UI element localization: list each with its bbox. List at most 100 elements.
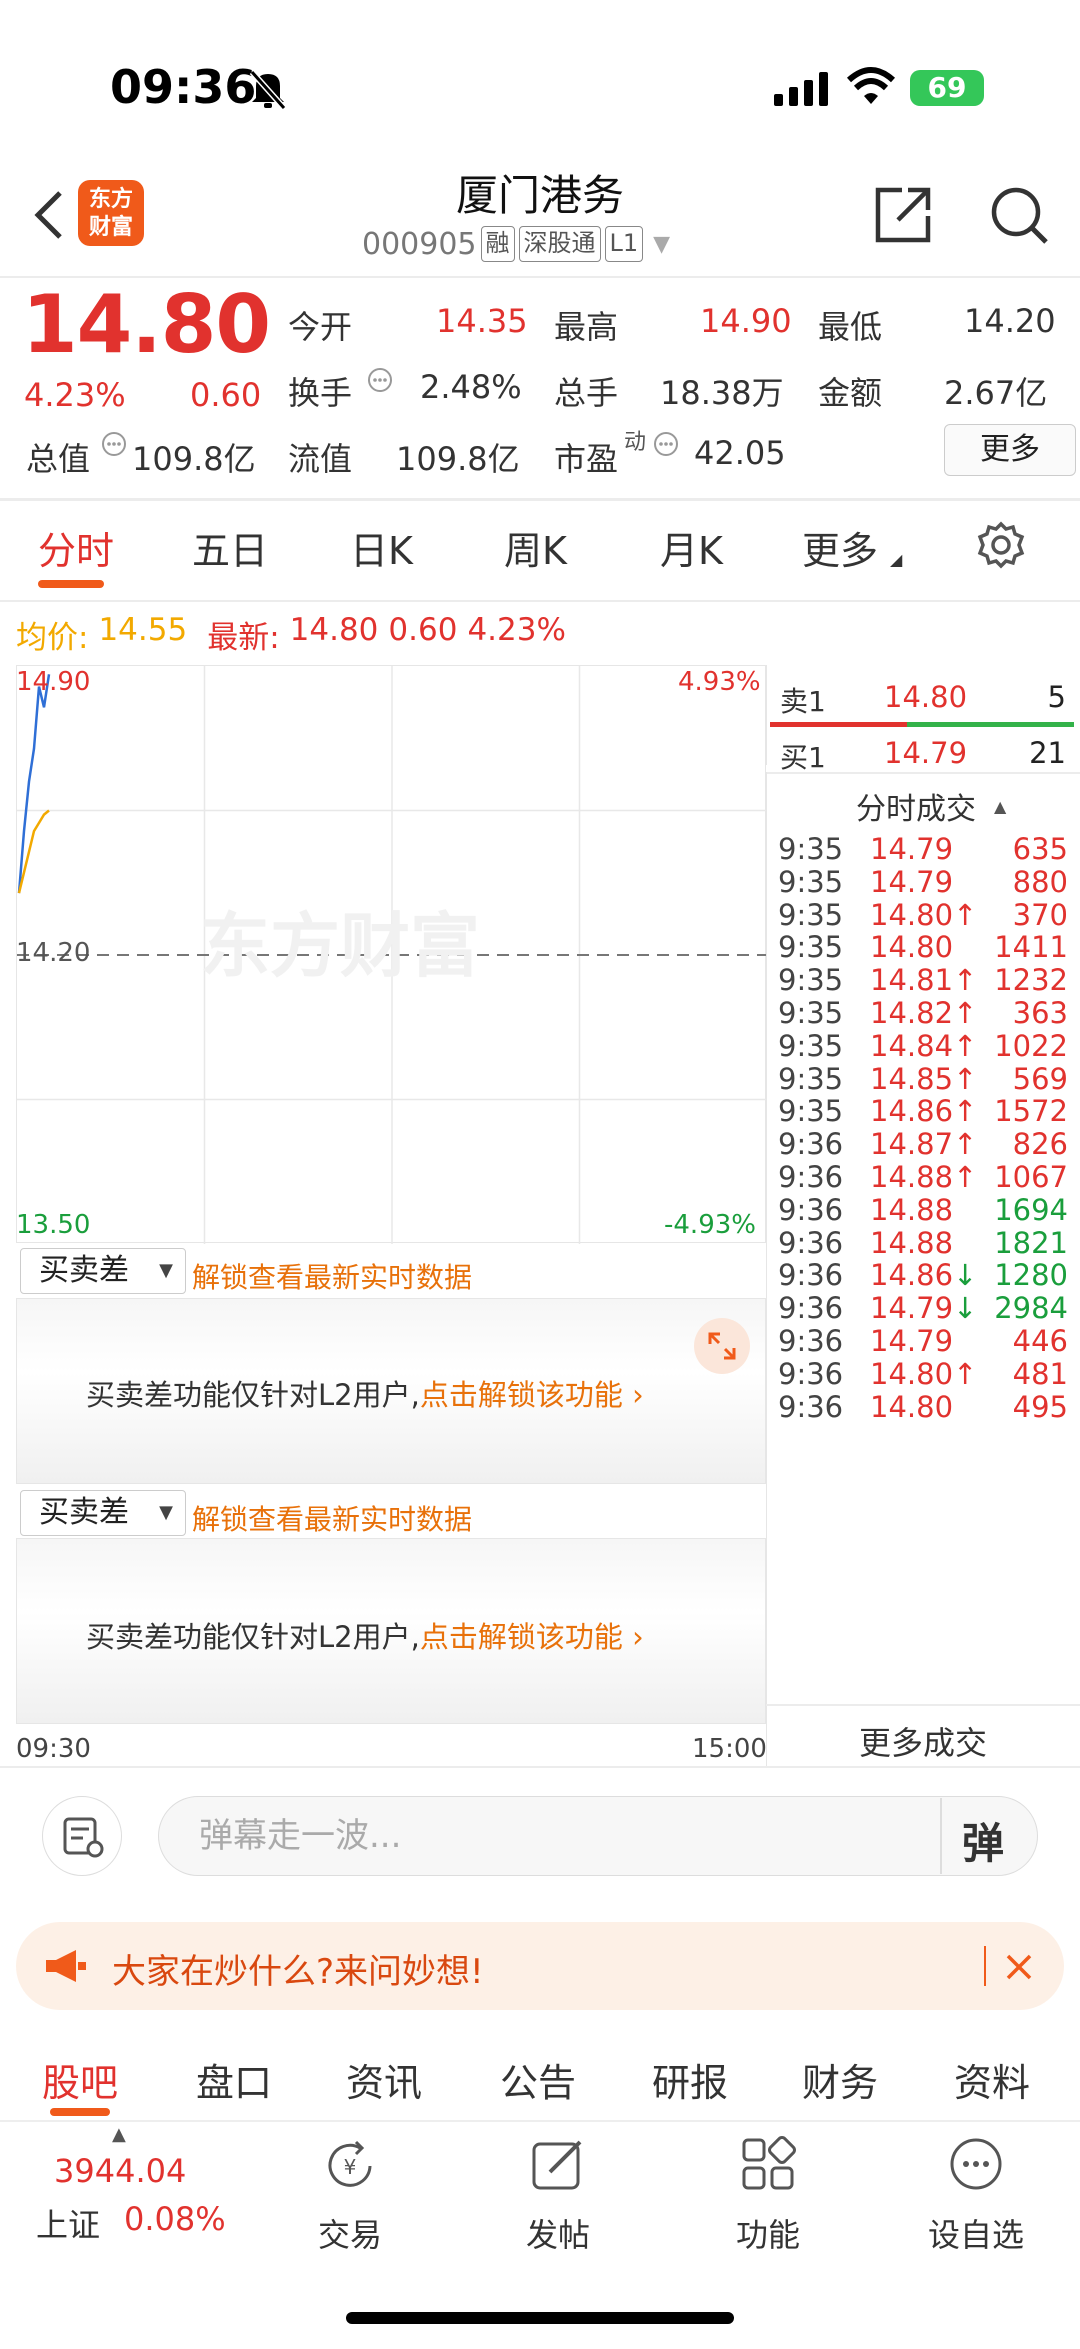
chevron-right-icon: › — [632, 1378, 644, 1412]
tab-announcements[interactable]: 公告 — [500, 2052, 576, 2107]
tab-more[interactable]: 更多 — [802, 520, 878, 575]
home-indicator — [346, 2312, 734, 2324]
arrow-down-icon: ↓ — [953, 1291, 978, 1326]
total-mv-value: 109.8亿 — [132, 440, 256, 478]
tab-five-day[interactable]: 五日 — [192, 520, 268, 575]
share-icon[interactable] — [872, 184, 934, 250]
open-value: 14.35 — [436, 302, 528, 340]
change-pct: 4.23% — [24, 376, 126, 414]
sell1-volume: 5 — [1047, 680, 1066, 714]
trades-bottom-divider — [766, 1704, 1080, 1706]
nav-functions[interactable]: 功能 — [698, 2210, 838, 2256]
arrow-up-icon: ↑ — [953, 897, 978, 932]
arrow-up-icon: ↑ — [953, 1356, 978, 1391]
unlock-tip[interactable]: 解锁查看最新实时数据 — [192, 1498, 472, 1538]
price-line — [17, 674, 51, 894]
trades-title[interactable]: 分时成交 ▲ — [856, 784, 1006, 828]
buy1-label: 买1 — [780, 741, 826, 774]
unlock-link[interactable]: 点击解锁该功能 › — [420, 1614, 644, 1656]
l2-message-text: 买卖差功能仅针对L2用户, — [86, 1620, 420, 1654]
info-icon[interactable] — [100, 430, 128, 462]
stock-code: 000905 — [362, 226, 477, 262]
avg-label: 均价: — [16, 620, 89, 656]
gear-icon[interactable] — [976, 520, 1026, 574]
danmu-toggle-button[interactable]: 弹 — [962, 1810, 1004, 1871]
trade-row: 9:36 14.80 495 — [778, 1390, 1068, 1438]
latest-label: 最新: — [207, 620, 280, 656]
open-label: 今开 — [288, 308, 353, 346]
volume-value: 18.38万 — [660, 374, 784, 412]
tab-market-depth[interactable]: 盘口 — [196, 2052, 272, 2107]
info-icon[interactable] — [366, 366, 394, 398]
tab-forum[interactable]: 股吧 — [42, 2052, 118, 2107]
buy1-price: 14.79 — [884, 736, 968, 770]
index-name[interactable]: 上证 — [36, 2200, 100, 2246]
amount-label: 金额 — [818, 374, 883, 412]
index-value[interactable]: 3944.04 — [54, 2152, 186, 2190]
summary-line: 均价: 14.55 最新: 14.80 0.60 4.23% — [16, 612, 566, 657]
stock-code-row[interactable]: 000905 融 深股通 L1 ▼ — [362, 226, 670, 262]
arrow-up-icon: ↑ — [953, 1094, 978, 1129]
trade-volume: 495 — [1012, 1389, 1068, 1424]
arrow-down-icon: ↓ — [953, 1258, 978, 1293]
trades-title-text: 分时成交 — [856, 792, 976, 827]
arrow-up-icon: ↑ — [953, 1061, 978, 1096]
ask-banner-text[interactable]: 大家在炒什么?来问妙想! — [112, 1944, 484, 1993]
comment-list-icon[interactable] — [42, 1796, 122, 1876]
unlock-link[interactable]: 点击解锁该功能 › — [420, 1372, 644, 1414]
tab-monthly-k[interactable]: 月K — [660, 520, 723, 575]
buy-sell-diff-select[interactable]: 买卖差 ▼ — [20, 1490, 186, 1536]
x-start-label: 09:30 — [16, 1734, 91, 1764]
order-book-ratio-bar — [770, 722, 1074, 727]
tag-level: L1 — [604, 226, 644, 262]
search-icon[interactable] — [988, 184, 1050, 250]
danmu-toggle-label: 弹 — [962, 1819, 1005, 1868]
expand-icon[interactable] — [694, 1318, 750, 1374]
svg-text:¥: ¥ — [344, 2155, 357, 2179]
avg-value: 14.55 — [98, 612, 188, 648]
buy-sell-diff-select[interactable]: 买卖差 ▼ — [20, 1248, 186, 1294]
tab-daily-k[interactable]: 日K — [350, 520, 413, 575]
trade-time: 9:36 — [778, 1389, 844, 1424]
unlock-tip[interactable]: 解锁查看最新实时数据 — [192, 1256, 472, 1296]
tab-research[interactable]: 研报 — [652, 2052, 728, 2107]
y-max-pct-label: 4.93% — [678, 667, 761, 697]
chart-watermark: 东方财富 — [200, 905, 480, 987]
y-min-label: 13.50 — [16, 1210, 91, 1240]
more-trades-button[interactable]: 更多成交 — [766, 1718, 1080, 1764]
nav-post[interactable]: 发帖 — [488, 2210, 628, 2256]
tab-finance[interactable]: 财务 — [802, 2052, 878, 2107]
quote-divider — [0, 498, 1080, 501]
volume-label: 总手 — [554, 374, 619, 412]
tab-news[interactable]: 资讯 — [346, 2052, 422, 2107]
tab-profile[interactable]: 资料 — [954, 2052, 1030, 2107]
buy-ratio — [906, 722, 1074, 727]
nav-trade[interactable]: 交易 — [280, 2210, 420, 2256]
more-quote-button[interactable]: 更多 — [944, 424, 1076, 476]
arrow-up-icon: ↑ — [953, 996, 978, 1030]
wifi-icon — [846, 66, 896, 110]
nav-add-watchlist[interactable]: 设自选 — [906, 2210, 1046, 2256]
y-min-pct-label: -4.93% — [664, 1210, 756, 1240]
chevron-right-icon: › — [632, 1620, 644, 1654]
tab-intraday[interactable]: 分时 — [38, 520, 114, 575]
sell-ratio — [770, 722, 907, 727]
input-divider — [940, 1798, 942, 1874]
info-icon[interactable] — [652, 430, 680, 462]
battery-indicator: 69 — [910, 70, 984, 106]
latest-change: 0.60 — [388, 612, 458, 648]
close-icon[interactable] — [1002, 1950, 1036, 1988]
l2-message: 买卖差功能仅针对L2用户, 点击解锁该功能 › — [86, 1614, 644, 1656]
chevron-down-icon: ▼ — [159, 1260, 173, 1281]
change-value: 0.60 — [190, 376, 262, 414]
tab-weekly-k[interactable]: 周K — [504, 520, 567, 575]
select-label: 买卖差 — [39, 1253, 129, 1288]
more-dots-icon — [946, 2134, 1006, 2198]
float-mv-value: 109.8亿 — [396, 440, 520, 478]
status-time: 09:36 — [110, 60, 257, 114]
danmu-input[interactable]: 弹幕走一波... — [158, 1796, 1038, 1876]
index-pct[interactable]: 0.08% — [124, 2200, 226, 2238]
chevron-down-icon: ▼ — [159, 1502, 173, 1523]
sell1-label: 卖1 — [780, 685, 826, 718]
high-value: 14.90 — [700, 302, 792, 340]
